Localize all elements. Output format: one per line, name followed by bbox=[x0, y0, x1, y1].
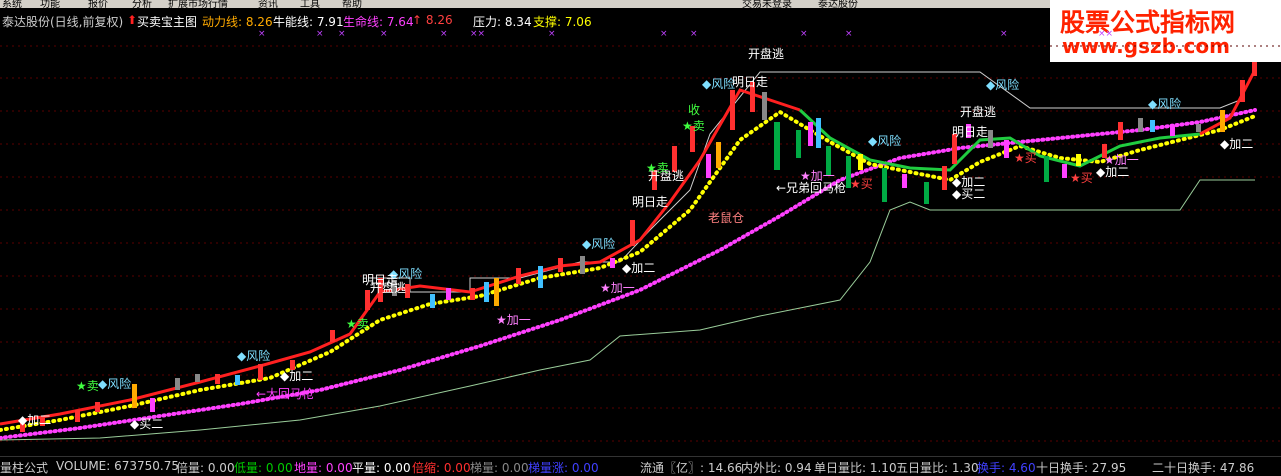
open-escape-label: 开盘逃 bbox=[960, 104, 996, 119]
inner-outer-ratio: 内外比: 0.94 bbox=[741, 461, 812, 475]
twenty-day-turnover: 二十日换手: 47.86 bbox=[1152, 461, 1255, 475]
add-one-label: ★加一 bbox=[1104, 153, 1139, 167]
low-volume: 低量: 0.00 bbox=[234, 461, 293, 475]
svg-text:×: × bbox=[316, 30, 324, 39]
ten-day-turnover: 十日换手: 27.95 bbox=[1036, 461, 1127, 475]
shrink-volume: 倍缩: 0.00 bbox=[412, 461, 471, 475]
bull-line-red-2 bbox=[1199, 69, 1257, 136]
risk-label: ◆风险 bbox=[702, 76, 735, 91]
double-volume: 倍量: 0.00 bbox=[176, 461, 235, 475]
menu-extended[interactable]: 扩展市场行情 bbox=[168, 0, 228, 8]
svg-text:×: × bbox=[258, 30, 266, 39]
power-line-value: 动力线: 8.26 bbox=[202, 15, 273, 29]
bull-line bbox=[0, 88, 801, 426]
stock-title: 泰达股份(日线,前复权) bbox=[2, 15, 124, 29]
tomorrow-go-label: 明日走 bbox=[632, 195, 668, 209]
svg-text:×: × bbox=[548, 30, 556, 39]
buy-label: ★买 bbox=[1070, 171, 1093, 185]
big-return-label: ←大回马枪 bbox=[256, 386, 314, 401]
risk-label: ◆风险 bbox=[237, 348, 270, 363]
rat-position-label: 老鼠仓 bbox=[708, 211, 744, 225]
menu-analysis[interactable]: 分析 bbox=[132, 0, 152, 8]
flat-volume: 平量: 0.00 bbox=[352, 461, 411, 475]
five-day-volume-ratio: 五日量比: 1.30 bbox=[896, 461, 979, 475]
menu-quote[interactable]: 报价 bbox=[88, 0, 108, 8]
daily-volume-ratio: 单日量比: 1.10 bbox=[814, 461, 897, 475]
svg-text:×: × bbox=[380, 30, 388, 39]
volume-formula[interactable]: 量柱公式 bbox=[0, 459, 48, 476]
risk-label: ◆风险 bbox=[98, 376, 131, 391]
open-escape-label: 开盘逃 bbox=[748, 46, 784, 61]
buy-two-label: ◆买二 bbox=[952, 187, 985, 201]
ladder-up-volume: 梯量涨: 0.00 bbox=[528, 461, 599, 475]
menu-info[interactable]: 资讯 bbox=[258, 0, 278, 8]
svg-text:××: ×× bbox=[1098, 30, 1113, 39]
sell-label: ★卖 bbox=[76, 379, 99, 393]
close-label: 收 bbox=[688, 103, 700, 117]
add-two-label: ◆加二 bbox=[1096, 165, 1129, 179]
tomorrow-go-label: 明日走 bbox=[362, 273, 398, 287]
volume-value: VOLUME: 673750.75 bbox=[56, 459, 179, 473]
sell-label: ★卖 bbox=[682, 119, 705, 133]
menu-system[interactable]: 系统 bbox=[2, 0, 22, 8]
add-two-label: ◆加二 bbox=[280, 369, 313, 383]
volume-status-bar: 量柱公式 VOLUME: 673750.75 倍量: 0.00 低量: 0.00… bbox=[0, 456, 1281, 475]
buy-label: ★买 bbox=[1014, 151, 1037, 165]
bull-line-value: 牛能线: 7.91 bbox=[273, 15, 344, 29]
add-two-label: ◆加二 bbox=[622, 261, 655, 275]
add-one-label: ★加一 bbox=[600, 281, 635, 295]
menu-tools[interactable]: 工具 bbox=[300, 0, 320, 8]
indicator-name[interactable]: 买卖宝主图 bbox=[137, 13, 197, 30]
risk-label: ◆风险 bbox=[582, 236, 615, 251]
tomorrow-go-label: 明日走 bbox=[952, 125, 988, 139]
add-two-label: ◆加二 bbox=[18, 413, 51, 427]
svg-text:×: × bbox=[690, 30, 698, 39]
ladder-volume: 梯量: 0.00 bbox=[470, 461, 529, 475]
sell-label: ★卖 bbox=[346, 317, 369, 331]
svg-text:×: × bbox=[845, 30, 853, 39]
candlesticks bbox=[20, 62, 1257, 432]
ground-volume: 地量: 0.00 bbox=[294, 461, 353, 475]
menu-help[interactable]: 帮助 bbox=[342, 0, 362, 8]
float-shares: 流通〖亿〗: 14.66 bbox=[640, 461, 743, 475]
tomorrow-go-label: 明日走 bbox=[732, 75, 768, 89]
pressure-value: 压力: 8.34 bbox=[473, 15, 532, 29]
svg-text:×: × bbox=[338, 30, 346, 39]
add-one-label: ★加一 bbox=[800, 169, 835, 183]
indicator-header: 泰达股份(日线,前复权) ⬆ 买卖宝主图 动力线: 8.26 牛能线: 7.91… bbox=[0, 10, 1060, 30]
stock-name: 泰达股份 bbox=[818, 0, 858, 8]
svg-text:×: × bbox=[1000, 30, 1008, 39]
risk-label: ◆风险 bbox=[1148, 96, 1181, 111]
svg-text:×: × bbox=[800, 30, 808, 39]
price-chart[interactable]: × × × × × ×× × × × × × × ×× ◆风险 ◆风险 ◆风险 … bbox=[0, 30, 1281, 455]
sell-label: ★卖 bbox=[646, 161, 669, 175]
risk-label: ◆风险 bbox=[986, 77, 1019, 92]
svg-text:×: × bbox=[440, 30, 448, 39]
arrow-up-icon: ⬆ bbox=[127, 13, 138, 27]
svg-text:××: ×× bbox=[470, 30, 485, 39]
svg-text:×: × bbox=[660, 30, 668, 39]
turnover: 换手: 4.60 bbox=[977, 461, 1036, 475]
add-one-label: ★加一 bbox=[496, 313, 531, 327]
buy-label: ★买 bbox=[850, 177, 873, 191]
buy-two-label: ◆买二 bbox=[130, 417, 163, 431]
add-two-label: ◆加二 bbox=[1220, 137, 1253, 151]
support-step-line bbox=[0, 179, 1255, 441]
top-markers: × × × × × ×× × × × × × × ×× bbox=[258, 30, 1113, 39]
support-value: 支撑: 7.06 bbox=[533, 15, 592, 29]
risk-label: ◆风险 bbox=[868, 133, 901, 148]
signal-annotations: ◆风险 ◆风险 ◆风险 ◆风险 ◆风险 ◆风险 ◆风险 ◆风险 ◆加二 ◆加二 … bbox=[18, 46, 1253, 431]
menu-function[interactable]: 功能 bbox=[40, 0, 60, 8]
grid bbox=[0, 45, 1281, 442]
life-line-value: 生命线: 7.64 bbox=[343, 15, 414, 29]
up-arrow-value: ↑ 8.26 bbox=[412, 13, 453, 27]
trade-status[interactable]: 交易未登录 bbox=[742, 0, 792, 8]
